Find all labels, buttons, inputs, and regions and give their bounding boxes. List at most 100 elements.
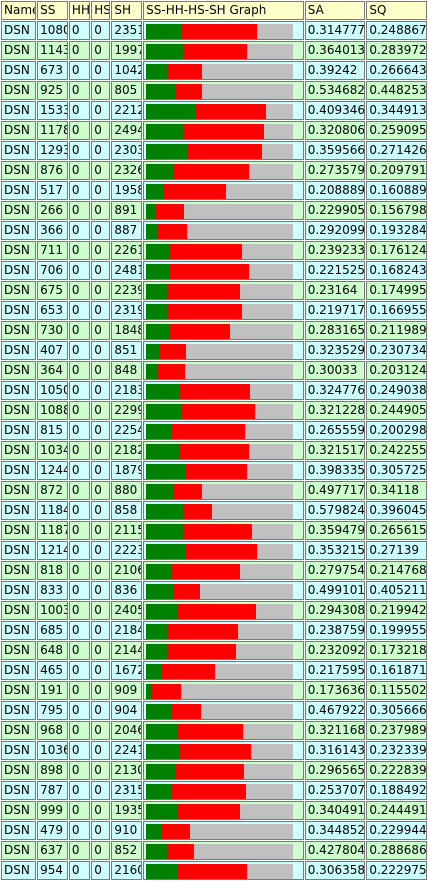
cell-hh: 0	[68, 181, 91, 200]
table-row: DSN 730 0 0 1848 0.283165 0.211989	[1, 321, 427, 340]
cell-sa: 0.23164	[304, 281, 366, 300]
cell-name: DSN	[1, 501, 37, 520]
cell-sa: 0.499101	[304, 581, 366, 600]
cell-hs: 0	[91, 421, 111, 440]
graph-bar-ss-segment	[146, 383, 181, 399]
cell-graph	[143, 21, 304, 40]
cell-sq: 0.305666	[366, 701, 427, 720]
cell-sq: 0.405211	[366, 581, 427, 600]
graph-bar-ss-segment	[146, 423, 173, 439]
cell-hh: 0	[68, 121, 91, 140]
cell-sq: 0.219942	[366, 601, 427, 620]
cell-sa: 0.173636	[304, 681, 366, 700]
graph-bar	[146, 643, 294, 659]
cell-sh: 2212	[111, 101, 143, 120]
cell-graph	[143, 281, 304, 300]
cell-sh: 1042	[111, 61, 143, 80]
cell-sh: 2241	[111, 741, 143, 760]
cell-graph	[143, 261, 304, 280]
cell-graph	[143, 121, 304, 140]
cell-graph	[143, 181, 304, 200]
graph-bar-ss-segment	[146, 703, 173, 719]
cell-name: DSN	[1, 461, 37, 480]
table-row: DSN 266 0 0 891 0.229905 0.156798	[1, 201, 427, 220]
cell-hs: 0	[91, 181, 111, 200]
cell-graph	[143, 441, 304, 460]
cell-hh: 0	[68, 741, 91, 760]
graph-bar	[146, 463, 294, 479]
cell-sh: 1958	[111, 181, 143, 200]
cell-sq: 0.161871	[366, 661, 427, 680]
cell-hh: 0	[68, 441, 91, 460]
graph-bar	[146, 723, 294, 739]
cell-sa: 0.30033	[304, 361, 366, 380]
cell-hs: 0	[91, 861, 111, 880]
cell-ss: 1184	[37, 501, 68, 520]
cell-name: DSN	[1, 661, 37, 680]
table-row: DSN 706 0 0 2481 0.221525 0.168243	[1, 261, 427, 280]
cell-hh: 0	[68, 161, 91, 180]
cell-ss: 673	[37, 61, 68, 80]
cell-sq: 0.176124	[366, 241, 427, 260]
cell-ss: 954	[37, 861, 68, 880]
graph-bar-sh-segment	[184, 123, 265, 139]
cell-name: DSN	[1, 621, 37, 640]
cell-ss: 1143	[37, 41, 68, 60]
graph-bar-ss-segment	[146, 183, 164, 199]
graph-bar	[146, 763, 294, 779]
cell-sq: 0.199955	[366, 621, 427, 640]
cell-sa: 0.321517	[304, 441, 366, 460]
graph-bar-ss-segment	[146, 443, 180, 459]
table-row: DSN 898 0 0 2130 0.296565 0.222839	[1, 761, 427, 780]
cell-name: DSN	[1, 541, 37, 560]
cell-ss: 898	[37, 761, 68, 780]
cell-ss: 815	[37, 421, 68, 440]
cell-hs: 0	[91, 521, 111, 540]
graph-bar	[146, 263, 294, 279]
cell-graph	[143, 661, 304, 680]
cell-sq: 0.166955	[366, 301, 427, 320]
graph-bar-ss-segment	[146, 403, 182, 419]
cell-sh: 805	[111, 81, 143, 100]
cell-ss: 968	[37, 721, 68, 740]
graph-bar	[146, 543, 294, 559]
cell-sq: 0.288686	[366, 841, 427, 860]
cell-ss: 1214	[37, 541, 68, 560]
cell-graph	[143, 781, 304, 800]
cell-name: DSN	[1, 441, 37, 460]
cell-name: DSN	[1, 861, 37, 880]
stats-table: Name SS HH HS SH SS-HH-HS-SH Graph SA SQ…	[0, 0, 428, 881]
graph-bar-sh-segment	[152, 683, 182, 699]
table-row: DSN 1214 0 0 2223 0.353215 0.27139	[1, 541, 427, 560]
cell-name: DSN	[1, 481, 37, 500]
table-row: DSN 653 0 0 2319 0.219717 0.166955	[1, 301, 427, 320]
cell-name: DSN	[1, 41, 37, 60]
cell-hs: 0	[91, 281, 111, 300]
cell-hs: 0	[91, 701, 111, 720]
table-row: DSN 1036 0 0 2241 0.316143 0.232339	[1, 741, 427, 760]
cell-sh: 2106	[111, 561, 143, 580]
cell-sh: 1997	[111, 41, 143, 60]
graph-bar-sh-segment	[177, 723, 244, 739]
graph-bar-sh-segment	[174, 483, 203, 499]
graph-bar-ss-segment	[146, 263, 170, 279]
table-row: DSN 1034 0 0 2182 0.321517 0.242255	[1, 441, 427, 460]
cell-sq: 0.244905	[366, 401, 427, 420]
cell-sh: 2254	[111, 421, 143, 440]
cell-ss: 711	[37, 241, 68, 260]
graph-bar	[146, 743, 294, 759]
cell-hh: 0	[68, 681, 91, 700]
graph-bar-sh-segment	[158, 363, 186, 379]
cell-graph	[143, 221, 304, 240]
table-row: DSN 1187 0 0 2115 0.359479 0.265615	[1, 521, 427, 540]
cell-sh: 2351	[111, 21, 143, 40]
cell-sq: 0.27139	[366, 541, 427, 560]
graph-bar-ss-segment	[146, 203, 156, 219]
cell-sa: 0.364013	[304, 41, 366, 60]
cell-sh: 2182	[111, 441, 143, 460]
cell-name: DSN	[1, 641, 37, 660]
graph-bar-ss-segment	[146, 303, 168, 319]
cell-graph	[143, 681, 304, 700]
cell-sq: 0.259095	[366, 121, 427, 140]
cell-sa: 0.306358	[304, 861, 366, 880]
